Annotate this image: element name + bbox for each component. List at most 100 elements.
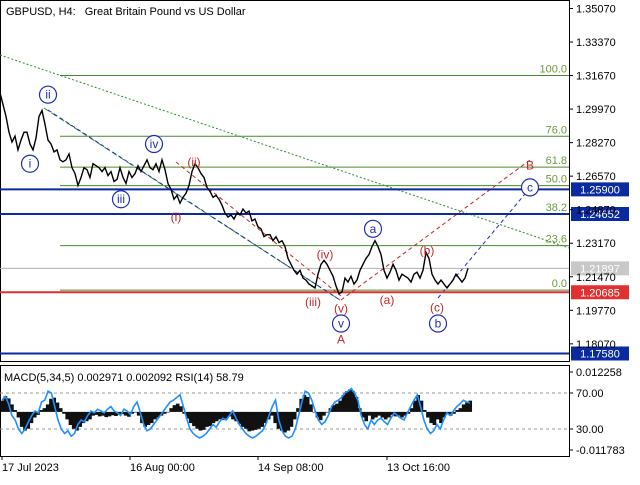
indicator-title: MACD(5,34,5) 0.002971 0.002092 RSI(14) 5… (4, 372, 244, 384)
macd-bar (214, 411, 219, 422)
macd-bar (325, 411, 330, 413)
macd-bar (107, 411, 112, 417)
chart-svg: 100.0 76.0 61.8 50.0 38.2 23.6 0.0 1.25900 1.24… (0, 0, 640, 480)
macd-bar (435, 411, 440, 420)
macd-bar (335, 403, 339, 412)
price-axis-label: 1.23170 (576, 238, 616, 250)
wave-label-blue: ii (45, 88, 50, 102)
fib-level-label: 100.0 (539, 64, 567, 76)
wave-label-red: (v) (334, 302, 348, 316)
macd-bar (292, 411, 297, 420)
macd-bar (19, 411, 24, 427)
macd-bar (422, 410, 427, 412)
macd-bar (247, 411, 252, 432)
time-axis-label: 14 Sep 08:00 (258, 462, 323, 474)
price-axis-label: 1.18070 (576, 339, 616, 351)
macd-bar (283, 411, 287, 433)
macd-bar (71, 411, 76, 429)
macd-bar (65, 411, 70, 420)
macd-bar (45, 404, 50, 412)
macd-bar (13, 410, 18, 412)
chart-description: Great Britain Pound vs US Dollar (85, 6, 246, 18)
wave-label-blue: b (435, 317, 442, 331)
macd-bar (465, 402, 469, 412)
macd-bar (172, 405, 177, 412)
macd-bar (429, 411, 434, 424)
price-level-label: 1.20685 (580, 287, 620, 299)
indicator-axis-label: 30.00 (576, 424, 604, 436)
macd-bar (377, 411, 382, 416)
wave-label-red: (ii) (187, 155, 200, 169)
macd-bar (149, 411, 154, 424)
macd-bar (380, 411, 385, 418)
macd-bar (318, 411, 323, 421)
macd-bar (344, 391, 349, 412)
macd-bar (198, 411, 203, 431)
macd-bar (153, 411, 157, 420)
macd-bar (257, 411, 261, 429)
wave-label-blue: c (527, 180, 533, 194)
macd-bar (426, 411, 430, 418)
macd-bar (179, 406, 183, 412)
fib-level-label: 76.0 (546, 124, 567, 136)
indicator-axis-label: -0.011783 (576, 445, 625, 457)
macd-bar (195, 411, 200, 429)
indicator-axis-label: 70.00 (576, 388, 604, 400)
wave-label-red: (a) (380, 293, 395, 307)
price-axis-label: 1.21470 (576, 272, 616, 284)
wave-label-blue: i (29, 157, 32, 171)
macd-bar (62, 411, 66, 414)
macd-bar (383, 411, 388, 420)
macd-bar (253, 411, 258, 430)
macd-bar (244, 411, 248, 429)
macd-bar (273, 411, 278, 424)
macd-bar (175, 403, 180, 412)
macd-bar (338, 400, 343, 412)
macd-bar (461, 404, 466, 412)
time-axis-label: 13 Oct 16:00 (387, 462, 450, 474)
wave-label-blue: iv (150, 137, 159, 151)
macd-bar (208, 411, 213, 427)
macd-bar (455, 410, 460, 412)
macd-bar (364, 411, 369, 422)
macd-bar (42, 408, 47, 412)
macd-bar (286, 411, 291, 431)
macd-bar (201, 411, 206, 430)
price-axis-label: 1.19770 (576, 305, 616, 317)
macd-bar (16, 411, 21, 418)
price-axis-label: 1.28270 (576, 138, 616, 150)
macd-bar (400, 411, 404, 418)
macd-bar (250, 411, 255, 431)
macd-bar (133, 411, 138, 413)
time-axis-label: 17 Jul 2023 (2, 462, 59, 474)
macd-bar (289, 411, 294, 427)
macd-bar (322, 411, 326, 416)
wave-label-blue: v (338, 317, 344, 331)
wave-label-blue: iii (117, 192, 125, 206)
fib-level-label: 23.6 (546, 234, 567, 246)
macd-bar (166, 411, 170, 413)
macd-bar (146, 411, 151, 425)
macd-bar (68, 411, 73, 425)
macd-bar (309, 404, 313, 412)
macd-bar (49, 398, 53, 412)
macd-bar (370, 411, 375, 420)
price-axis-label: 1.33370 (576, 37, 616, 49)
wave-label-letter: B (526, 159, 534, 173)
macd-bar (432, 411, 437, 425)
time-axis-label: 16 Aug 00:00 (130, 462, 195, 474)
macd-bar (260, 411, 265, 427)
fib-level-label: 38.2 (546, 202, 567, 214)
wave-label-red: (iii) (305, 295, 321, 309)
macd-bar (458, 408, 463, 412)
wave-label-red: (iv) (317, 247, 334, 261)
price-axis-label: 1.24870 (576, 205, 616, 217)
wave-label-red: (c) (430, 301, 444, 315)
macd-bar (218, 411, 222, 420)
svg-text:GBPUSD, H4: Great Britai: GBPUSD, H4: Great Britain Pound vs US Do… (6, 6, 246, 18)
macd-bar (188, 411, 193, 424)
macd-bar (305, 396, 310, 412)
macd-bar (348, 389, 352, 412)
macd-bar (211, 411, 216, 424)
indicator-axis-label: 0.012258 (576, 367, 622, 379)
